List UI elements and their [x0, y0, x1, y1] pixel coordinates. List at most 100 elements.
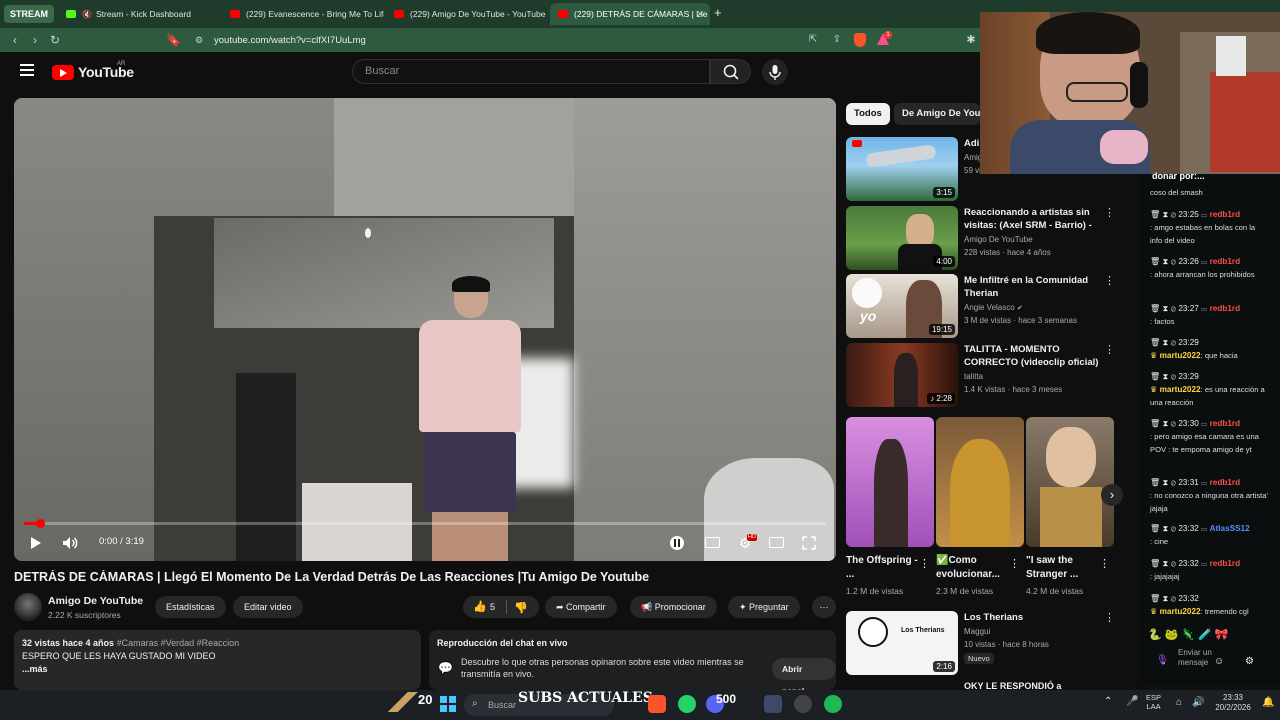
tab-kick-dashboard[interactable]: 🔇 Stream - Kick Dashboard [58, 3, 220, 25]
video-thumbnail[interactable]: Los Therians 2:16 [846, 611, 958, 675]
recommendation-item[interactable]: 4:00 Reaccionando a artistas sin visitas… [846, 206, 1131, 270]
rec-channel[interactable]: talitta [964, 372, 983, 381]
search-input[interactable]: Buscar [352, 59, 710, 84]
rec-channel[interactable]: Angie Velasco ✔ [964, 303, 1023, 312]
tray-mic-icon[interactable]: 🎤 [1126, 696, 1138, 707]
pause-toggle[interactable] [666, 532, 688, 554]
chat-username[interactable]: redb1rd [1210, 559, 1240, 568]
chat-username[interactable]: redb1rd [1210, 257, 1240, 266]
rec-title[interactable]: Los Therians [964, 611, 1104, 624]
windows-start-icon[interactable] [440, 696, 456, 712]
channel-avatar[interactable] [14, 593, 42, 621]
chat-username[interactable]: redb1rd [1210, 478, 1240, 487]
obs-icon[interactable] [764, 695, 782, 713]
open-panel-button[interactable]: Abrir panel [772, 658, 836, 696]
share-icon[interactable]: ⇪ [830, 32, 844, 48]
short-menu-icon[interactable]: ⋮ [1009, 557, 1020, 570]
recommendation-item[interactable]: ♪ 2:28 TALITTA - MOMENTO CORRECTO (video… [846, 343, 1131, 407]
youtube-logo-text[interactable]: YouTube [78, 64, 134, 80]
video-player[interactable]: 0:00 / 3:19 ⚙ HD [14, 98, 836, 561]
open-in-app-icon[interactable]: ⇱ [806, 32, 820, 48]
short-thumbnail[interactable] [936, 417, 1024, 547]
dislike-button[interactable]: 👍 [514, 596, 528, 618]
video-thumbnail[interactable]: 4:00 [846, 206, 958, 270]
video-thumbnail[interactable]: 3:15 [846, 137, 958, 201]
volume-button[interactable] [59, 532, 81, 554]
brave-icon[interactable] [648, 695, 666, 713]
chat-username[interactable]: redb1rd [1210, 210, 1240, 219]
emoji-icon[interactable]: ☺ [1214, 656, 1224, 667]
ask-button[interactable]: ✦ Preguntar [728, 596, 800, 618]
settings-app-icon[interactable] [794, 695, 812, 713]
whatsapp-icon[interactable] [678, 695, 696, 713]
rec-menu-icon[interactable]: ⋮ [1104, 343, 1115, 356]
clock[interactable]: 23:33 20/2/2026 [1208, 693, 1258, 713]
chat-username[interactable]: redb1rd [1210, 419, 1240, 428]
shorts-next-button[interactable]: › [1101, 484, 1123, 506]
send-message-input[interactable]: Enviar un mensaje [1178, 648, 1214, 668]
rec-menu-icon[interactable]: ⋮ [1104, 274, 1115, 287]
description-box[interactable]: 32 vistas hace 4 años #Camaras #Verdad #… [14, 630, 421, 690]
rec-title[interactable]: TALITTA - MOMENTO CORRECTO (videoclip of… [964, 343, 1104, 369]
short-thumbnail[interactable] [846, 417, 934, 547]
progress-scrubber-handle[interactable] [36, 519, 45, 528]
short-menu-icon[interactable]: ⋮ [1099, 557, 1110, 570]
rec-channel[interactable]: Maggui [964, 627, 990, 636]
spotify-icon[interactable] [824, 695, 842, 713]
bookmark-icon[interactable]: 🔖 [166, 32, 181, 48]
recommendation-item[interactable]: Los Therians 2:16 Los Therians Maggui 10… [846, 611, 1131, 675]
show-more-link[interactable]: ...más [22, 664, 413, 674]
rec-title[interactable]: Me Infiltré en la Comunidad Therian [964, 274, 1104, 300]
stats-button[interactable]: Estadísticas [155, 596, 226, 618]
tab-evanescence[interactable]: (229) Evanescence - Bring Me To Life [222, 3, 384, 25]
rec-menu-icon[interactable]: ⋮ [1104, 206, 1115, 219]
brave-shield-icon[interactable] [854, 33, 866, 47]
close-tab-icon[interactable]: ✕ [696, 9, 704, 20]
tab-amigo-de-youtube[interactable]: (229) Amigo De YouTube - YouTube [386, 3, 548, 25]
back-icon[interactable]: ‹ [8, 32, 22, 48]
network-icon[interactable]: ⌂ [1176, 697, 1182, 708]
new-tab-button[interactable]: + [714, 5, 722, 20]
settings-button[interactable]: ⚙ HD [734, 532, 757, 554]
more-actions-button[interactable]: ··· [812, 596, 836, 618]
extensions-icon[interactable]: ✱ [964, 32, 978, 48]
volume-tray-icon[interactable]: 🔊 [1192, 697, 1204, 708]
voice-search-button[interactable] [762, 59, 788, 85]
play-button[interactable] [24, 532, 46, 554]
youtube-logo-icon[interactable] [52, 65, 74, 80]
chat-username[interactable]: martu2022 [1160, 351, 1201, 360]
microphone-icon[interactable]: 🎙 [1156, 655, 1169, 666]
chat-username[interactable]: AtlasSS12 [1210, 524, 1250, 533]
rec-menu-icon[interactable]: ⋮ [1104, 611, 1115, 624]
menu-icon[interactable] [20, 64, 34, 76]
recommendation-item[interactable]: yo 19:15 Me Infiltré en la Comunidad The… [846, 274, 1131, 338]
short-menu-icon[interactable]: ⋮ [919, 557, 930, 570]
hashtags[interactable]: #Camaras #Verdad #Reaccion [117, 638, 240, 648]
fullscreen-button[interactable] [798, 532, 820, 554]
video-thumbnail[interactable]: yo 19:15 [846, 274, 958, 338]
chat-emote-row[interactable]: 🐍🐸🦎🧪🎀 [1148, 628, 1268, 644]
reload-icon[interactable]: ↻ [48, 32, 62, 48]
short-title[interactable]: The Offspring - ... [846, 554, 918, 582]
forward-icon[interactable]: › [28, 32, 42, 48]
chat-username[interactable]: martu2022 [1160, 607, 1201, 616]
subtitles-button[interactable] [702, 532, 724, 554]
short-thumbnail[interactable] [1026, 417, 1114, 547]
channel-name[interactable]: Amigo De YouTube [48, 595, 143, 607]
rec-title[interactable]: Reaccionando a artistas sin visitas: (Ax… [964, 206, 1104, 233]
tab-detras-de-camaras[interactable]: (229) DETRÁS DE CÁMARAS | Lle ✕ [550, 3, 710, 25]
short-title[interactable]: ✅Como evolucionar... [936, 554, 1008, 582]
chip-from-channel[interactable]: De Amigo De YouT [894, 103, 980, 125]
chat-username[interactable]: martu2022 [1160, 385, 1201, 394]
search-button[interactable] [710, 59, 751, 84]
language-indicator[interactable]: ESP LAA [1146, 693, 1161, 711]
chat-settings-icon[interactable]: ⚙ [1245, 656, 1254, 667]
progress-bar[interactable] [24, 522, 826, 525]
chat-username[interactable]: redb1rd [1210, 304, 1240, 313]
edit-video-button[interactable]: Editar video [233, 596, 303, 618]
tray-chevron-icon[interactable]: ⌃ [1104, 696, 1112, 707]
like-button[interactable]: 👍 [473, 596, 487, 618]
share-button[interactable]: ➦ Compartir [545, 596, 617, 618]
short-title[interactable]: "I saw the Stranger ... [1026, 554, 1098, 582]
rec-channel[interactable]: Amigo De YouTube [964, 235, 1033, 244]
